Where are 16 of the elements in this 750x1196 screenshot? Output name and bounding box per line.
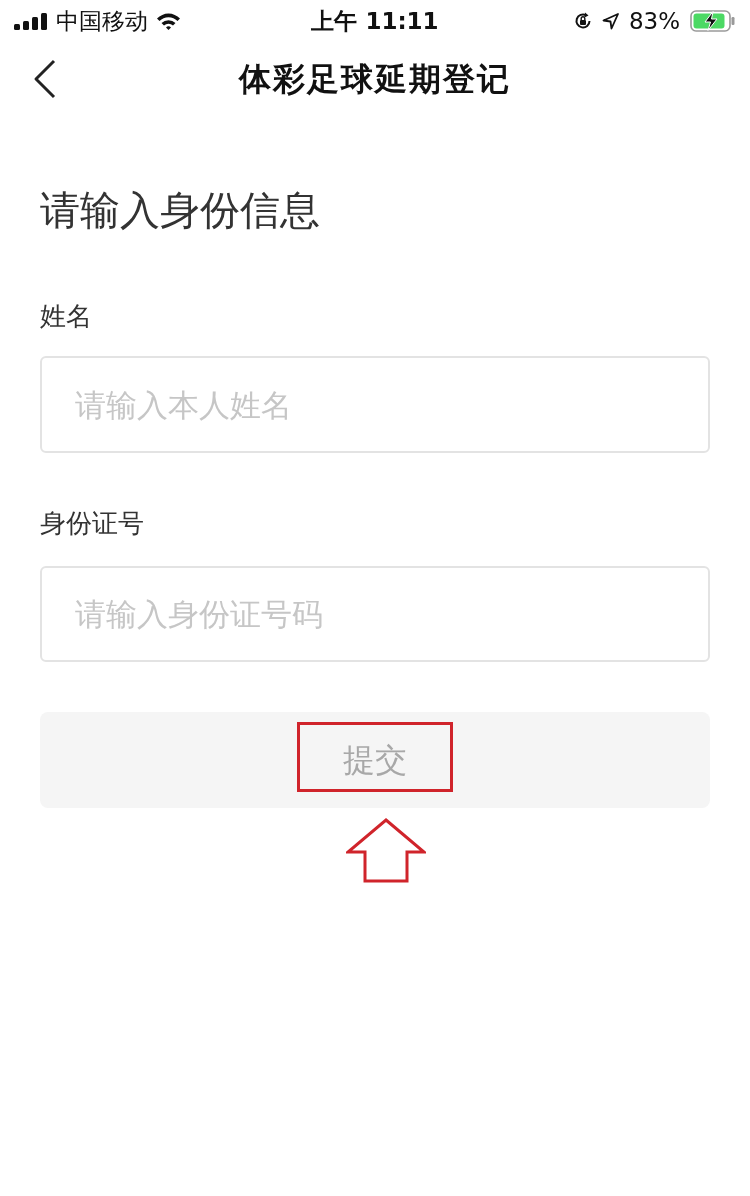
- page-title: 体彩足球延期登记: [237, 59, 512, 99]
- battery-percent: 83%: [628, 7, 680, 35]
- rotation-lock-icon: [573, 12, 592, 30]
- back-chevron-icon: [33, 59, 57, 99]
- signal-icon: [14, 12, 48, 30]
- text-input-field[interactable]: 请输入本人姓名: [40, 356, 710, 453]
- text-input-field[interactable]: 请输入身份证号码: [40, 566, 710, 662]
- battery-charging-icon: [690, 10, 736, 32]
- up-arrow-icon: [346, 818, 426, 883]
- form-heading: 请输入身份信息: [40, 186, 320, 234]
- status-time: 上午 11:11: [311, 7, 439, 35]
- field-label: 身份证号: [40, 507, 144, 539]
- field-label: 姓名: [40, 300, 92, 332]
- carrier-name: 中国移动: [56, 7, 148, 35]
- location-arrow-icon: [601, 12, 619, 30]
- wifi-icon: [156, 12, 181, 30]
